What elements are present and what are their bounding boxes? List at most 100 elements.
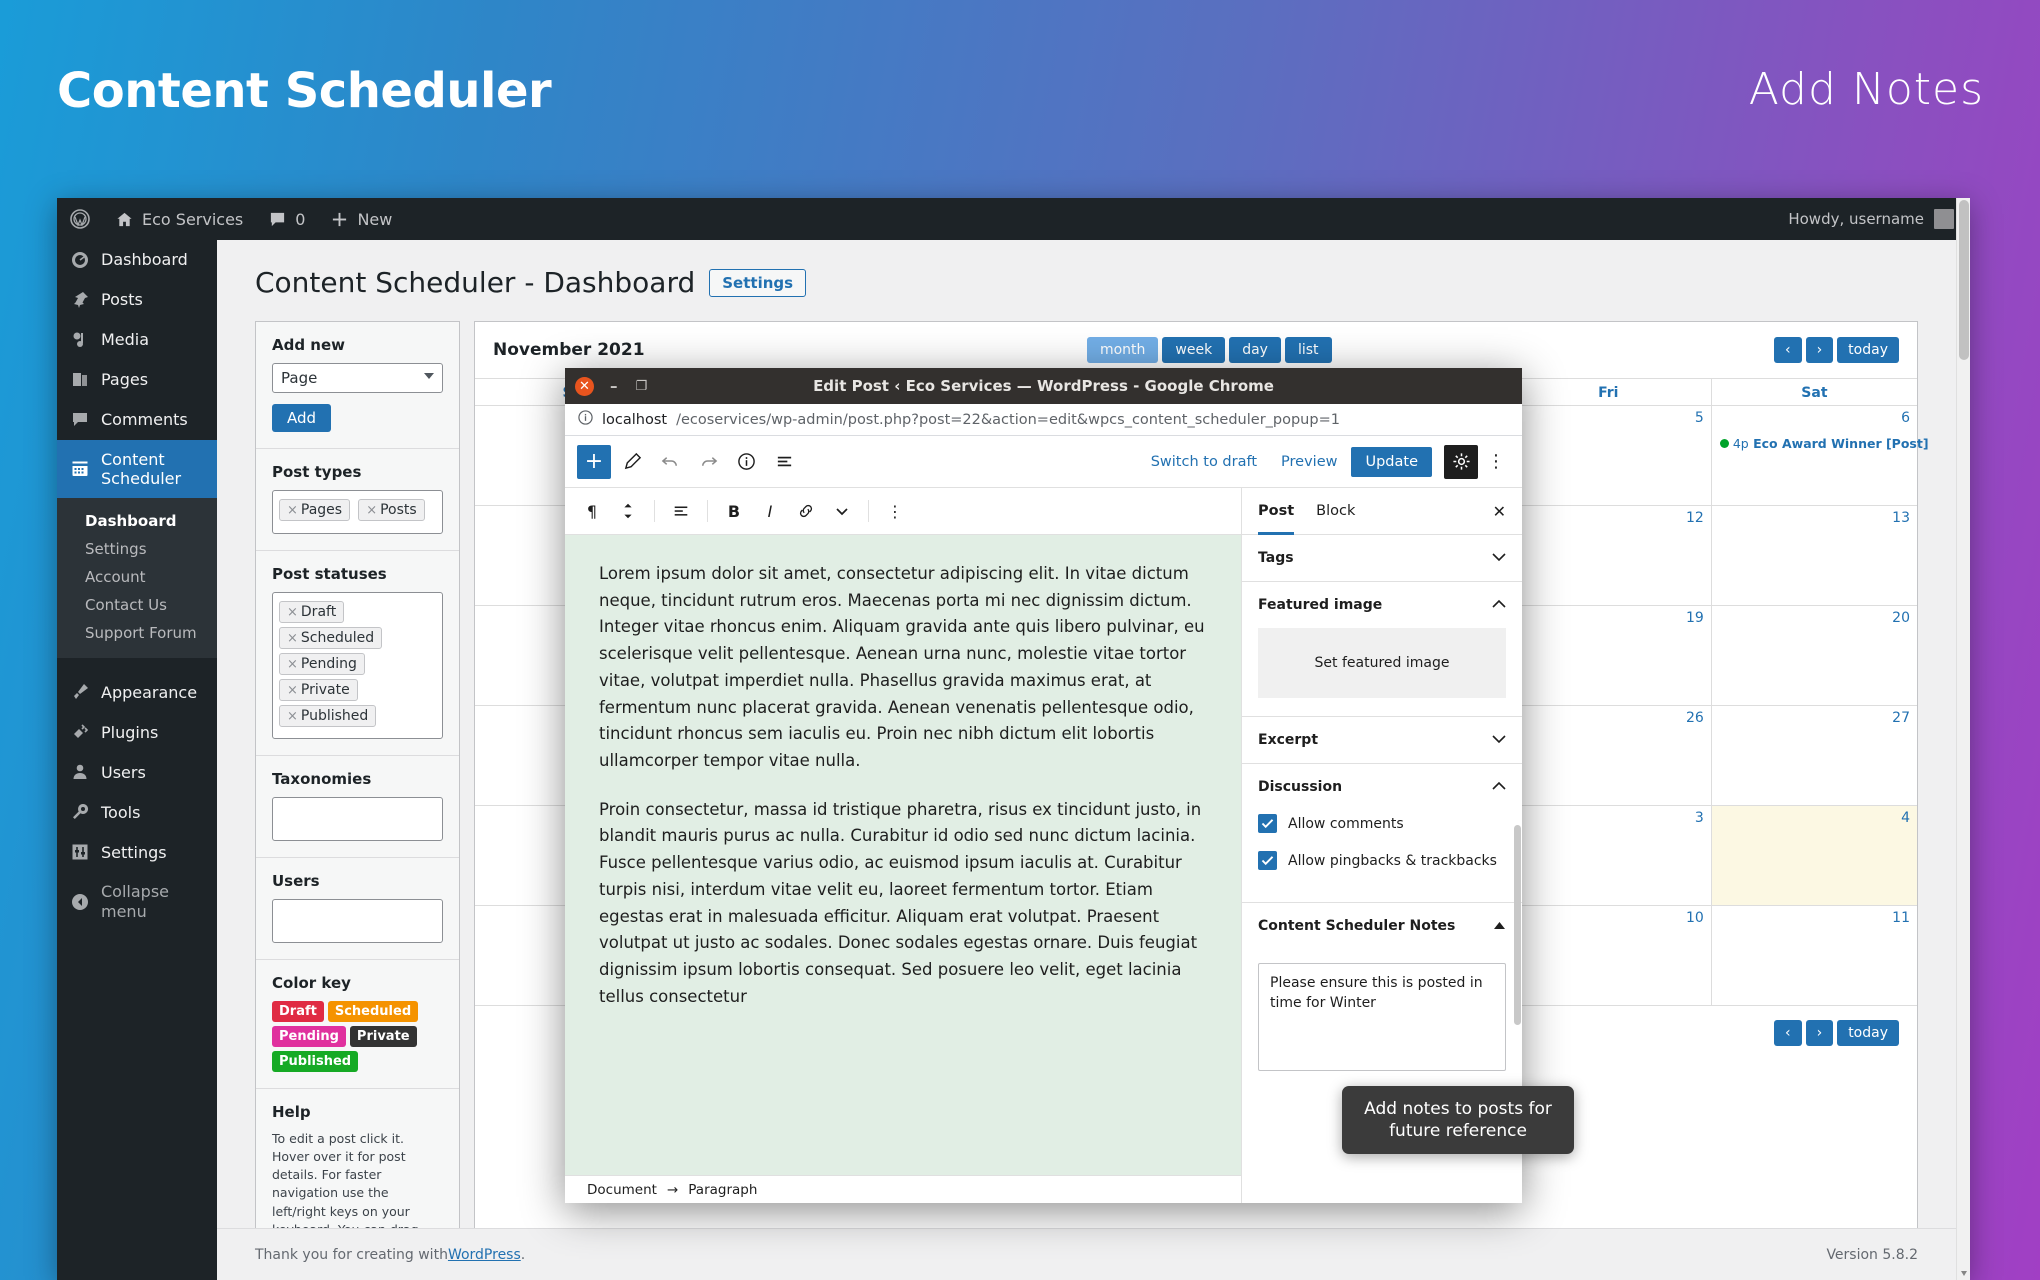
calendar-day-cell[interactable]: 10 xyxy=(1505,906,1712,1006)
paragraph-block[interactable]: Proin consectetur, massa id tristique ph… xyxy=(599,797,1207,1011)
link-icon[interactable] xyxy=(789,494,823,528)
info-icon[interactable] xyxy=(578,410,593,429)
view-button-list[interactable]: list xyxy=(1284,337,1332,363)
paragraph-block-icon[interactable]: ¶ xyxy=(575,494,609,528)
view-button-week[interactable]: week xyxy=(1162,337,1226,363)
breadcrumb-document[interactable]: Document xyxy=(587,1182,657,1198)
editor-content-area[interactable]: Lorem ipsum dolor sit amet, consectetur … xyxy=(565,535,1241,1175)
panel-notes-header[interactable]: Content Scheduler Notes xyxy=(1242,903,1522,949)
taxonomies-tagbox[interactable] xyxy=(272,797,443,841)
italic-icon[interactable]: I xyxy=(753,494,787,528)
move-updown-icon[interactable] xyxy=(611,494,645,528)
gear-icon[interactable] xyxy=(1444,444,1478,479)
calendar-day-cell[interactable]: 19 xyxy=(1505,606,1712,706)
list-view-icon[interactable] xyxy=(767,445,801,479)
undo-icon[interactable] xyxy=(653,445,687,479)
sidebar-item-users[interactable]: Users xyxy=(57,752,217,792)
allow-pingbacks-row[interactable]: Allow pingbacks & trackbacks xyxy=(1258,847,1506,884)
sidebar-item-appearance[interactable]: Appearance xyxy=(57,672,217,712)
tab-post[interactable]: Post xyxy=(1258,488,1294,535)
submenu-item-support-forum[interactable]: Support Forum xyxy=(57,619,217,647)
paragraph-block[interactable]: Lorem ipsum dolor sit amet, consectetur … xyxy=(599,561,1207,775)
tag-item[interactable]: × Draft xyxy=(279,601,345,623)
calendar-day-cell[interactable]: 11 xyxy=(1711,906,1917,1006)
tag-item[interactable]: × Published xyxy=(279,705,377,727)
checkbox-checked-icon[interactable] xyxy=(1258,814,1277,833)
allow-comments-row[interactable]: Allow comments xyxy=(1258,810,1506,847)
tag-item[interactable]: × Posts xyxy=(358,499,425,521)
calendar-day-cell[interactable]: 20 xyxy=(1711,606,1917,706)
switch-to-draft-button[interactable]: Switch to draft xyxy=(1141,454,1267,470)
redo-icon[interactable] xyxy=(691,445,725,479)
remove-tag-icon[interactable]: × xyxy=(287,503,298,518)
sidebar-item-content-scheduler[interactable]: Content Scheduler xyxy=(57,440,225,499)
howdy-menu[interactable]: Howdy, username xyxy=(1788,209,1970,229)
calendar-day-cell[interactable]: 5 xyxy=(1505,406,1712,506)
panel-featured-image-header[interactable]: Featured image xyxy=(1242,582,1522,628)
align-icon[interactable] xyxy=(664,494,698,528)
submenu-item-account[interactable]: Account xyxy=(57,563,217,591)
wp-logo-button[interactable] xyxy=(57,198,103,240)
calendar-day-cell[interactable]: 3 xyxy=(1505,806,1712,906)
preview-button[interactable]: Preview xyxy=(1271,454,1347,470)
prev-button-bottom[interactable]: ‹ xyxy=(1773,1020,1802,1046)
scrollbar-thumb[interactable] xyxy=(1959,200,1969,360)
breadcrumb-block[interactable]: Paragraph xyxy=(688,1182,757,1198)
post-statuses-tagbox[interactable]: × Draft × Scheduled × Pending × Private × Pub… xyxy=(272,592,443,739)
submenu-item-dashboard[interactable]: Dashboard xyxy=(57,507,217,535)
post-type-select[interactable]: Page xyxy=(272,363,443,393)
bold-icon[interactable]: B xyxy=(717,494,751,528)
more-options-icon[interactable]: ⋮ xyxy=(1482,451,1510,472)
sidebar-item-settings[interactable]: Settings xyxy=(57,832,217,872)
next-button-bottom[interactable]: › xyxy=(1805,1020,1834,1046)
tab-block[interactable]: Block xyxy=(1316,488,1355,535)
panel-excerpt-header[interactable]: Excerpt xyxy=(1242,717,1522,763)
panel-excerpt[interactable]: Excerpt xyxy=(1242,717,1522,764)
site-name-button[interactable]: Eco Services xyxy=(103,198,256,240)
remove-tag-icon[interactable]: × xyxy=(287,709,298,724)
details-info-icon[interactable] xyxy=(729,445,763,479)
close-sidebar-icon[interactable]: ✕ xyxy=(1493,502,1506,521)
next-button[interactable]: › xyxy=(1805,337,1834,363)
settings-button[interactable]: Settings xyxy=(709,268,807,297)
new-content-button[interactable]: New xyxy=(318,198,405,240)
block-options-icon[interactable]: ⋮ xyxy=(878,494,912,528)
calendar-day-cell[interactable]: 27 xyxy=(1711,706,1917,806)
sidebar-item-posts[interactable]: Posts xyxy=(57,280,217,320)
calendar-day-cell[interactable]: 12 xyxy=(1505,506,1712,606)
checkbox-checked-icon[interactable] xyxy=(1258,851,1277,870)
wordpress-link[interactable]: WordPress xyxy=(448,1247,521,1263)
today-button-bottom[interactable]: today xyxy=(1837,1020,1899,1046)
calendar-day-cell[interactable]: 26 xyxy=(1505,706,1712,806)
view-button-day[interactable]: day xyxy=(1229,337,1281,363)
submenu-item-contact-us[interactable]: Contact Us xyxy=(57,591,217,619)
tag-item[interactable]: × Pages xyxy=(279,499,351,521)
calendar-day-cell[interactable]: 6 4p Eco Award Winner [Post] xyxy=(1711,406,1929,506)
comments-button[interactable]: 0 xyxy=(256,198,318,240)
prev-button[interactable]: ‹ xyxy=(1773,337,1802,363)
sidebar-item-dashboard[interactable]: Dashboard xyxy=(57,240,217,280)
content-scheduler-notes-textarea[interactable]: Please ensure this is posted in time for… xyxy=(1258,963,1506,1071)
view-button-month[interactable]: month xyxy=(1086,337,1159,363)
add-block-button[interactable]: + xyxy=(577,444,611,479)
sidebar-item-pages[interactable]: Pages xyxy=(57,360,217,400)
sidebar-item-comments[interactable]: Comments xyxy=(57,400,217,440)
panel-tags[interactable]: Tags xyxy=(1242,535,1522,582)
chrome-address-bar[interactable]: localhost/ecoservices/wp-admin/post.php?… xyxy=(565,404,1522,436)
tools-pencil-icon[interactable] xyxy=(615,445,649,479)
calendar-day-cell[interactable]: 13 xyxy=(1711,506,1917,606)
scrollbar-thumb[interactable] xyxy=(1514,825,1521,1025)
sidebar-item-tools[interactable]: Tools xyxy=(57,792,217,832)
users-tagbox[interactable] xyxy=(272,899,443,943)
set-featured-image-button[interactable]: Set featured image xyxy=(1258,628,1506,698)
tag-item[interactable]: × Scheduled xyxy=(279,627,383,649)
page-scrollbar[interactable] xyxy=(1956,198,1970,1280)
remove-tag-icon[interactable]: × xyxy=(287,605,298,620)
update-button[interactable]: Update xyxy=(1351,446,1432,477)
remove-tag-icon[interactable]: × xyxy=(287,657,298,672)
calendar-event[interactable]: 4p Eco Award Winner [Post] xyxy=(1719,436,1929,451)
panel-discussion-header[interactable]: Discussion xyxy=(1242,764,1522,810)
submenu-item-settings[interactable]: Settings xyxy=(57,535,217,563)
tag-item[interactable]: × Pending xyxy=(279,653,365,675)
post-types-tagbox[interactable]: × Pages × Posts xyxy=(272,490,443,534)
